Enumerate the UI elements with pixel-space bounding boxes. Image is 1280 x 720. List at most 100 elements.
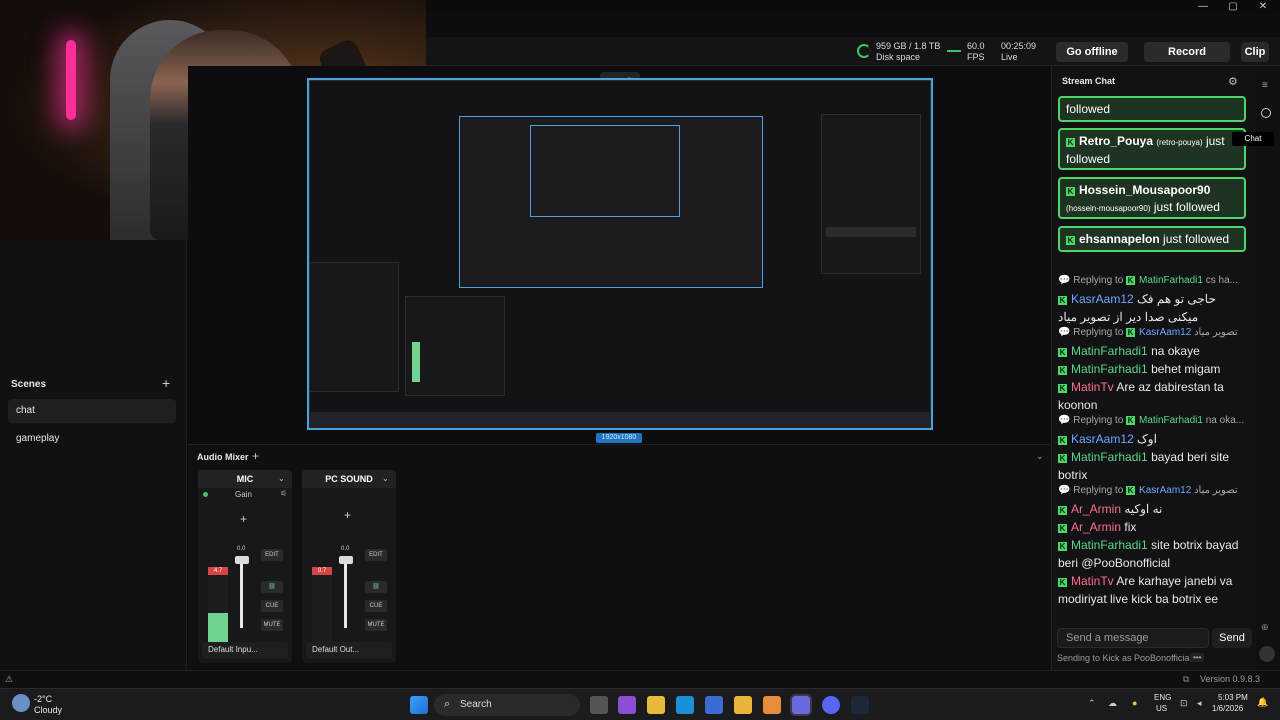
scene-item-gameplay[interactable]: gameplay [8, 427, 176, 451]
pc-sound-cue-button[interactable]: CUE [365, 600, 387, 612]
avatar[interactable] [1259, 646, 1275, 662]
chat-message-input[interactable]: Send a message [1057, 628, 1209, 648]
mic-mute-button[interactable]: MUTE [261, 619, 283, 631]
replying-label: Replying to [1073, 327, 1124, 338]
reply-username[interactable]: MatinFarhadi1 [1139, 275, 1203, 286]
mic-device-select[interactable]: Default Inpu... [202, 642, 288, 658]
steam-icon[interactable] [851, 696, 869, 714]
reply-username[interactable]: KasrAam12 [1139, 327, 1191, 338]
pc-sound-mute-button[interactable]: MUTE [365, 619, 387, 631]
mixer-strip-pc-sound: PC SOUND ⌄ + 0.7 0.0 EDIT ⛓ CUE MUTE Def… [302, 470, 396, 663]
left-panel: Scenes + chat gameplay [0, 240, 187, 670]
warning-icon[interactable]: ⚠ [5, 674, 13, 685]
external-link-icon[interactable]: ⧉ [1183, 674, 1189, 685]
follow-username[interactable]: Retro_Pouya [1079, 134, 1153, 148]
chat-username[interactable]: Ar_Armin [1071, 502, 1121, 516]
chevron-down-icon[interactable]: ⌄ [278, 474, 285, 483]
chat-username[interactable]: MatinTv [1071, 380, 1114, 394]
discord-icon[interactable] [822, 696, 840, 714]
add-filter-button[interactable]: + [240, 512, 247, 526]
windows-start-icon[interactable] [410, 696, 428, 714]
send-button[interactable]: Send [1212, 628, 1252, 648]
fps-indicator-icon [947, 50, 961, 52]
mic-fader-track[interactable] [240, 556, 243, 628]
language-code[interactable]: ENG [1154, 693, 1171, 702]
sending-as-label: Sending to Kick as PooBonofficial. [1057, 653, 1194, 663]
kick-icon: K [1058, 524, 1067, 533]
menu-icon[interactable]: ≡ [1262, 80, 1268, 91]
store-icon[interactable] [705, 696, 723, 714]
record-button[interactable]: Record [1144, 42, 1230, 62]
kick-icon: K [1058, 578, 1067, 587]
cloud-icon[interactable]: ☁ [1108, 698, 1117, 709]
chat-username[interactable]: MatinTv [1071, 574, 1114, 588]
gear-icon[interactable]: ⚙ [1228, 75, 1238, 88]
gain-settings-icon[interactable]: ⚟ [280, 489, 287, 498]
mic-edit-button[interactable]: EDIT [261, 549, 283, 561]
gain-indicator-icon [203, 492, 208, 497]
task-view-icon[interactable] [590, 696, 608, 714]
pc-sound-fader-track[interactable] [344, 556, 347, 628]
app-icon[interactable] [763, 696, 781, 714]
minimize-button[interactable]: — [1188, 0, 1218, 14]
streaming-app-icon[interactable] [790, 694, 812, 716]
edge-icon[interactable] [676, 696, 694, 714]
chat-username[interactable]: MatinFarhadi1 [1071, 362, 1148, 376]
more-options-button[interactable]: ••• [1190, 653, 1205, 662]
follow-username[interactable]: ehsannapelon [1079, 232, 1160, 246]
pc-sound-edit-button[interactable]: EDIT [365, 549, 387, 561]
chat-username[interactable]: MatinFarhadi1 [1071, 344, 1148, 358]
go-offline-button[interactable]: Go offline [1056, 42, 1128, 62]
scenes-title: Scenes [11, 379, 47, 390]
follow-handle: (hossein-mousapoor90) [1066, 204, 1151, 213]
chat-username[interactable]: KasrAam12 [1071, 292, 1134, 306]
add-scene-button[interactable]: + [162, 375, 170, 391]
clock-date[interactable]: 1/6/2026 [1212, 704, 1243, 713]
chevron-down-icon[interactable]: ⌄ [382, 474, 389, 483]
collapse-mixer-icon[interactable]: ⌄ [1036, 451, 1044, 462]
pc-sound-device-select[interactable]: Default Out... [306, 642, 392, 658]
mic-fader-knob[interactable] [235, 556, 249, 564]
file-explorer-icon[interactable] [647, 696, 665, 714]
network-icon[interactable]: ⊡ [1180, 698, 1188, 709]
reply-reference[interactable]: 💬 Replying to K KasrAam12 تصویر میاد [1058, 484, 1248, 498]
mic-tray-icon[interactable]: ● [1132, 698, 1137, 708]
add-filter-button[interactable]: + [344, 508, 351, 522]
volume-icon[interactable]: ◂ [1197, 698, 1202, 709]
follow-username[interactable]: Hossein_Mousapoor90 [1079, 183, 1210, 197]
app-icon[interactable] [618, 696, 636, 714]
scene-item-chat[interactable]: chat [8, 399, 176, 423]
clip-button[interactable]: Clip [1241, 42, 1269, 62]
chat-username[interactable]: Ar_Armin [1071, 520, 1121, 534]
add-audio-source-button[interactable]: + [252, 449, 259, 463]
weather-icon[interactable] [12, 694, 30, 712]
maximize-button[interactable]: ▢ [1218, 0, 1248, 14]
kick-icon: K [1058, 436, 1067, 445]
search-box[interactable]: ⌕ Search [434, 694, 580, 716]
chat-username[interactable]: MatinFarhadi1 [1071, 538, 1148, 552]
language-region[interactable]: US [1156, 704, 1167, 713]
kick-icon: K [1058, 296, 1067, 305]
reply-reference[interactable]: 💬 Replying to K MatinFarhadi1 na oka... [1058, 414, 1248, 428]
settings-icon[interactable]: ⊕ [1261, 622, 1269, 633]
kick-icon: K [1126, 328, 1136, 337]
tray-chevron-icon[interactable]: ⌃ [1088, 698, 1096, 709]
chat-username[interactable]: KasrAam12 [1071, 432, 1134, 446]
chat-username[interactable]: MatinFarhadi1 [1071, 450, 1148, 464]
kick-icon: K [1058, 366, 1067, 375]
app-icon[interactable] [734, 696, 752, 714]
reply-reference[interactable]: 💬 Replying to K MatinFarhadi1 cs ha... [1058, 274, 1248, 288]
pc-sound-fader-knob[interactable] [339, 556, 353, 564]
stream-preview[interactable] [307, 78, 933, 430]
reply-username[interactable]: KasrAam12 [1139, 485, 1191, 496]
pc-sound-link-icon[interactable]: ⛓ [365, 581, 387, 593]
clock-time[interactable]: 5:03 PM [1218, 693, 1248, 702]
close-button[interactable]: ✕ [1248, 0, 1278, 14]
reply-username[interactable]: MatinFarhadi1 [1139, 415, 1203, 426]
reply-reference[interactable]: 💬 Replying to K KasrAam12 تصویر میاد [1058, 326, 1248, 340]
mic-link-icon[interactable]: ⛓ [261, 581, 283, 593]
chat-icon[interactable] [1261, 108, 1271, 118]
nested-preview [459, 116, 763, 288]
notification-icon[interactable]: 🔔 [1257, 697, 1268, 708]
mic-cue-button[interactable]: CUE [261, 600, 283, 612]
